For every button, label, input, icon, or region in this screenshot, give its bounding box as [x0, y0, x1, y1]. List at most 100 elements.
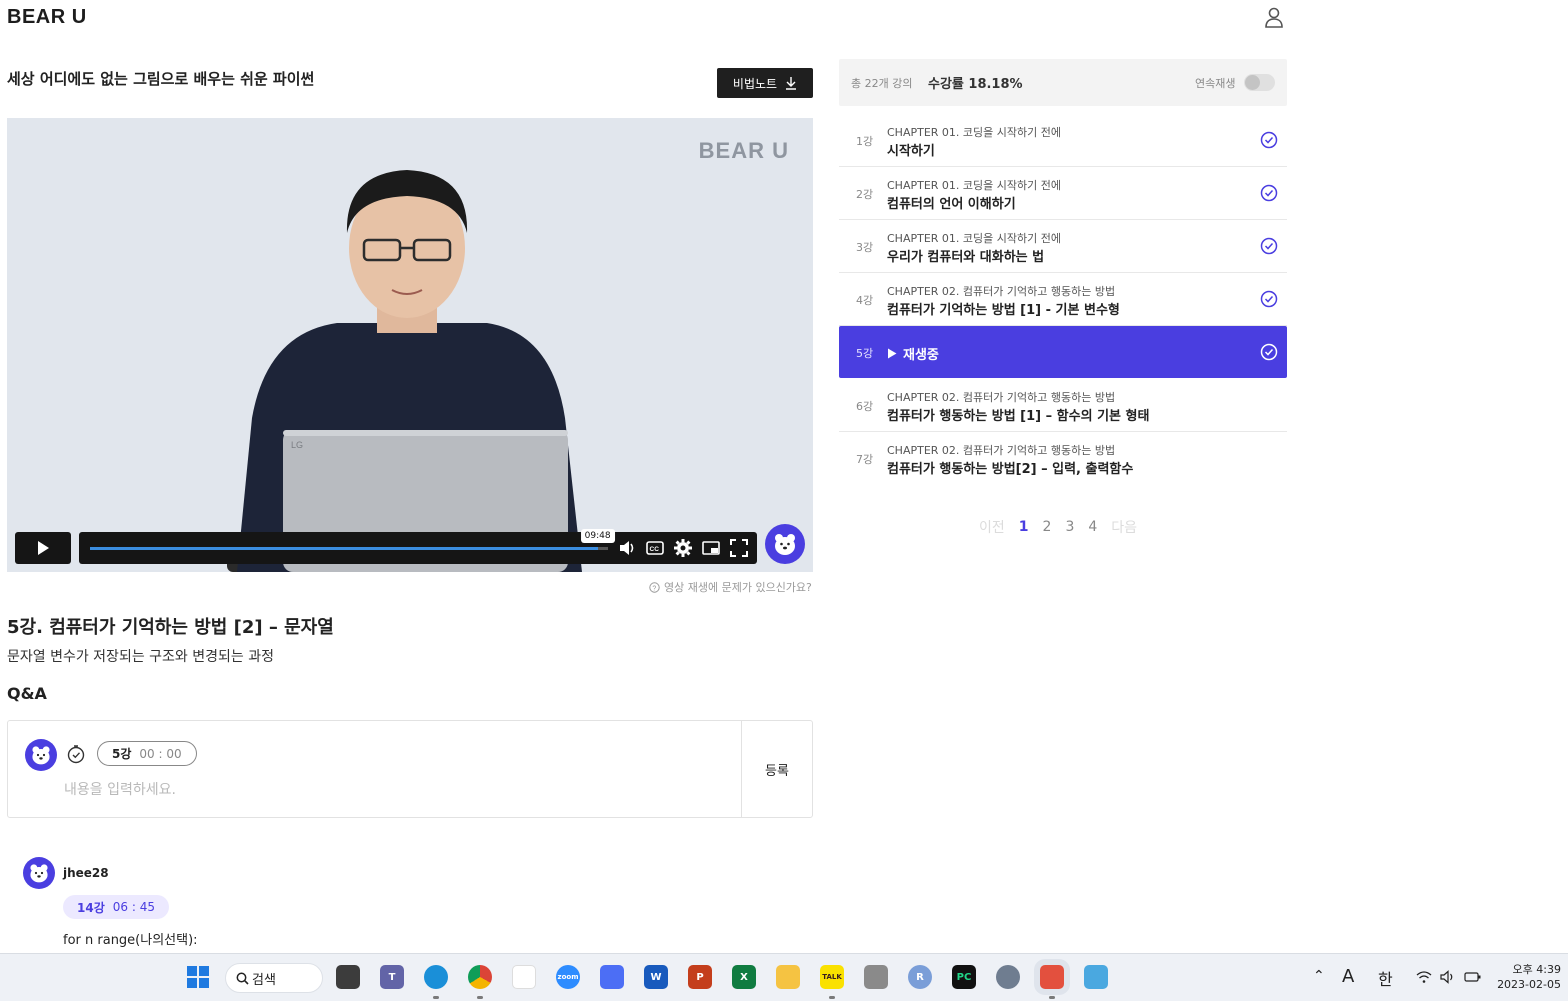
timestamp-chip[interactable]: 5강 00 : 00 — [97, 741, 197, 766]
lesson-number: 1강 — [856, 135, 874, 148]
qa-heading: Q&A — [7, 684, 47, 703]
lesson-number: 4강 — [856, 294, 874, 307]
check-circle-icon — [1260, 131, 1278, 149]
timestamp-lesson: 5강 — [112, 747, 132, 761]
volume-icon[interactable] — [617, 538, 637, 558]
logo[interactable]: BEAR U — [7, 6, 87, 29]
pagination-page[interactable]: 4 — [1088, 519, 1097, 535]
powerpoint-icon[interactable]: P — [688, 965, 712, 989]
player-controls: CC — [617, 538, 749, 558]
system-clock[interactable]: 오후 4:39 2023-02-05 — [1497, 962, 1561, 992]
tray-chevron-icon[interactable]: ⌃ — [1313, 968, 1325, 984]
completion-rate: 수강률 18.18% — [928, 77, 1023, 92]
lesson-item[interactable]: 7강 CHAPTER 02. 컴퓨터가 기억하고 행동하는 방법 컴퓨터가 행동… — [839, 432, 1287, 485]
excel-icon[interactable]: X — [732, 965, 756, 989]
fullscreen-icon[interactable] — [729, 538, 749, 558]
taskbar-search-label: 검색 — [252, 972, 276, 988]
progress-bar[interactable]: 09:48 — [90, 529, 615, 550]
submit-button[interactable]: 등록 — [742, 721, 812, 817]
qa-content-input[interactable]: 내용을 입력하세요. — [64, 779, 176, 799]
lesson-chapter: CHAPTER 01. 코딩을 시작하기 전에 — [887, 232, 1061, 245]
now-playing: 재생중 — [887, 344, 939, 363]
autoplay-toggle[interactable] — [1244, 74, 1275, 91]
app-icon[interactable] — [512, 965, 536, 989]
playback-issue-link[interactable]: ? 영상 재생에 문제가 있으신가요? — [649, 579, 812, 595]
word-icon[interactable]: W — [644, 965, 668, 989]
play-button[interactable] — [15, 532, 71, 564]
video-frame-illustration: LG — [7, 118, 813, 572]
progress-fill — [90, 547, 598, 550]
picture-in-picture-icon[interactable] — [701, 538, 721, 558]
clock-date: 2023-02-05 — [1497, 978, 1561, 991]
lesson-number: 5강 — [856, 347, 874, 360]
file-explorer-icon[interactable] — [776, 965, 800, 989]
play-icon — [38, 541, 49, 555]
lesson-item[interactable]: 4강 CHAPTER 02. 컴퓨터가 기억하고 행동하는 방법 컴퓨터가 기억… — [839, 273, 1287, 326]
snipping-tool-icon[interactable] — [1040, 965, 1064, 999]
volume-icon[interactable] — [1440, 970, 1456, 984]
ime-mode-a[interactable]: A — [1342, 966, 1354, 987]
check-circle-icon — [1260, 237, 1278, 255]
control-bar: 09:48 CC — [79, 529, 757, 564]
kakaotalk-icon[interactable]: TALK — [820, 965, 844, 999]
top-bar: BEAR U — [0, 0, 1568, 36]
lesson-title: 컴퓨터의 언어 이해하기 — [887, 197, 1016, 212]
lesson-item[interactable]: 6강 CHAPTER 02. 컴퓨터가 기억하고 행동하는 방법 컴퓨터가 행동… — [839, 379, 1287, 432]
r-icon[interactable]: R — [908, 965, 932, 989]
taskbar-search[interactable]: 검색 — [225, 963, 323, 993]
lesson-list: 1강 CHAPTER 01. 코딩을 시작하기 전에 시작하기 2강 CHAPT… — [839, 114, 1287, 485]
qa-form: 5강 00 : 00 내용을 입력하세요. 등록 — [7, 720, 813, 818]
lesson-item[interactable]: 2강 CHAPTER 01. 코딩을 시작하기 전에 컴퓨터의 언어 이해하기 — [839, 167, 1287, 220]
captions-icon[interactable]: CC — [645, 538, 665, 558]
lesson-number: 3강 — [856, 241, 874, 254]
clock-time: 오후 4:39 — [1512, 963, 1561, 976]
pagination-page[interactable]: 1 — [1019, 519, 1029, 535]
settings-icon[interactable] — [996, 965, 1020, 989]
lesson-title: 시작하기 — [887, 144, 935, 159]
stopwatch-icon[interactable] — [66, 744, 86, 764]
comment-timestamp-lesson: 14강 — [77, 900, 105, 915]
lesson-title: 컴퓨터가 행동하는 방법[2] – 입력, 출력함수 — [887, 462, 1134, 477]
help-circle-icon: ? — [649, 581, 660, 593]
lesson-chapter: CHAPTER 02. 컴퓨터가 기억하고 행동하는 방법 — [887, 391, 1116, 404]
zoom-icon[interactable]: zoom — [556, 965, 580, 989]
comment-timestamp-time: 06 : 45 — [112, 900, 155, 914]
lecture-count: 총 22개 강의 — [851, 77, 913, 90]
lesson-title: 우리가 컴퓨터와 대화하는 법 — [887, 250, 1045, 265]
lecture-title: 5강. 컴퓨터가 기억하는 방법 [2] – 문자열 — [7, 617, 334, 638]
svg-text:CC: CC — [650, 546, 660, 553]
now-playing-label: 재생중 — [903, 348, 939, 363]
lesson-number: 6강 — [856, 400, 874, 413]
task-view-icon[interactable] — [336, 965, 360, 989]
recorder-icon[interactable] — [864, 965, 888, 989]
pycharm-icon[interactable]: PC — [952, 965, 976, 989]
video-player[interactable]: LG BEAR U 09:48 CC — [7, 118, 813, 572]
pagination-page[interactable]: 3 — [1065, 519, 1074, 535]
lesson-item-current[interactable]: 5강 재생중 — [839, 326, 1287, 378]
wifi-icon[interactable] — [1416, 970, 1432, 984]
play-icon — [888, 348, 897, 359]
pagination-prev[interactable]: 이전 — [979, 517, 1005, 537]
chrome-icon[interactable] — [468, 965, 492, 999]
taskbar: 검색 T zoom W P X TALK R PC ⌃ A 한 오후 4:39 … — [0, 953, 1568, 1001]
edge-icon[interactable] — [424, 965, 448, 999]
battery-icon[interactable] — [1464, 970, 1482, 984]
pagination-next[interactable]: 다음 — [1111, 517, 1137, 537]
pagination-page[interactable]: 2 — [1043, 519, 1052, 535]
settings-icon[interactable] — [673, 538, 693, 558]
comment-timestamp-chip[interactable]: 14강 06 : 45 — [63, 895, 169, 919]
bear-mascot-icon — [765, 524, 805, 564]
notes-button-label: 비법노트 — [732, 76, 778, 91]
ime-mode-han[interactable]: 한 — [1378, 966, 1393, 990]
notepad-icon[interactable] — [1084, 965, 1108, 989]
calculator-icon[interactable] — [600, 965, 624, 989]
windows-start-icon[interactable] — [187, 966, 209, 988]
lesson-item[interactable]: 1강 CHAPTER 01. 코딩을 시작하기 전에 시작하기 — [839, 114, 1287, 167]
course-title: 세상 어디에도 없는 그림으로 배우는 쉬운 파이썬 — [7, 70, 315, 88]
user-icon[interactable] — [1263, 6, 1285, 28]
comment-text: for n range(나의선택): — [63, 933, 198, 948]
curriculum-header: 총 22개 강의 수강률 18.18% 연속재생 — [839, 59, 1287, 106]
lesson-item[interactable]: 3강 CHAPTER 01. 코딩을 시작하기 전에 우리가 컴퓨터와 대화하는… — [839, 220, 1287, 273]
teams-icon[interactable]: T — [380, 965, 404, 989]
notes-button[interactable]: 비법노트 — [717, 68, 813, 98]
